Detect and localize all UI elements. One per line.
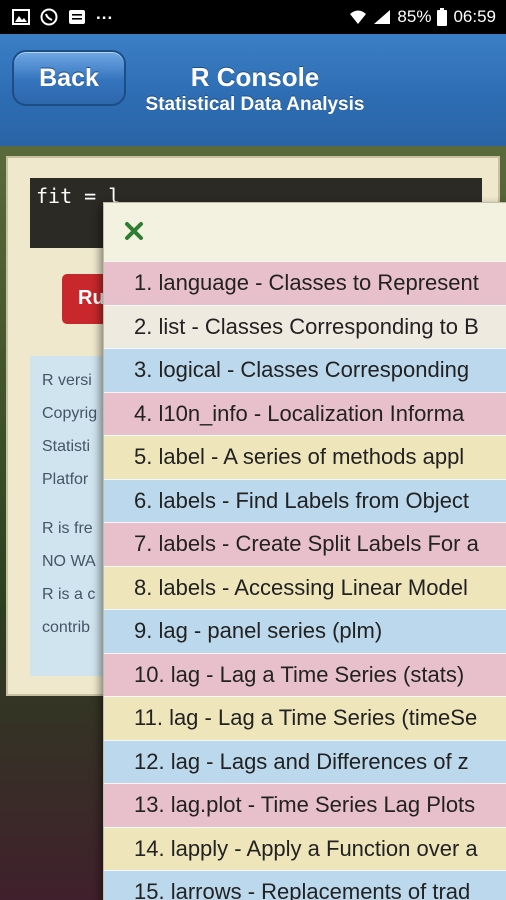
more-notifications: ... xyxy=(96,4,114,23)
battery-percent: 85% xyxy=(397,7,432,26)
list-item[interactable]: 5. label - A series of methods appl xyxy=(104,435,506,479)
clock: 06:59 xyxy=(453,7,496,26)
list-item[interactable]: 12. lag - Lags and Differences of z xyxy=(104,739,506,783)
page-subtitle: Statistical Data Analysis xyxy=(145,94,365,115)
list-item[interactable]: 10. lag - Lag a Time Series (stats) xyxy=(104,652,506,696)
status-bar: ... 85% 06:59 xyxy=(0,0,506,34)
list-item[interactable]: 6. labels - Find Labels from Object xyxy=(104,478,506,522)
list-item[interactable]: 15. larrows - Replacements of trad xyxy=(104,870,506,900)
list-item[interactable]: 3. logical - Classes Corresponding xyxy=(104,348,506,392)
suggestion-list: 1. language - Classes to Represent 2. li… xyxy=(104,261,506,900)
list-item[interactable]: 4. l10n_info - Localization Informa xyxy=(104,391,506,435)
gallery-icon xyxy=(12,9,30,25)
back-button[interactable]: Back xyxy=(12,50,126,106)
autocomplete-popup: 1. language - Classes to Represent 2. li… xyxy=(103,202,506,900)
wifi-icon xyxy=(350,10,367,24)
list-item[interactable]: 13. lag.plot - Time Series Lag Plots xyxy=(104,783,506,827)
list-item[interactable]: 2. list - Classes Corresponding to B xyxy=(104,304,506,348)
system-status: 85% 06:59 xyxy=(349,6,496,28)
battery-icon xyxy=(437,8,448,26)
list-item[interactable]: 1. language - Classes to Represent xyxy=(104,261,506,305)
message-icon xyxy=(69,10,85,24)
whatsapp-icon xyxy=(40,8,58,26)
notification-icons: ... xyxy=(12,4,114,27)
list-item[interactable]: 11. lag - Lag a Time Series (timeSe xyxy=(104,696,506,740)
list-item[interactable]: 9. lag - panel series (plm) xyxy=(104,609,506,653)
list-item[interactable]: 7. labels - Create Split Labels For a xyxy=(104,522,506,566)
app-header: Back R Console Statistical Data Analysis xyxy=(0,34,506,146)
list-item[interactable]: 14. lapply - Apply a Function over a xyxy=(104,826,506,870)
signal-icon xyxy=(374,10,391,24)
page-title: R Console xyxy=(190,62,320,92)
close-icon[interactable] xyxy=(122,219,146,243)
list-item[interactable]: 8. labels - Accessing Linear Model xyxy=(104,565,506,609)
